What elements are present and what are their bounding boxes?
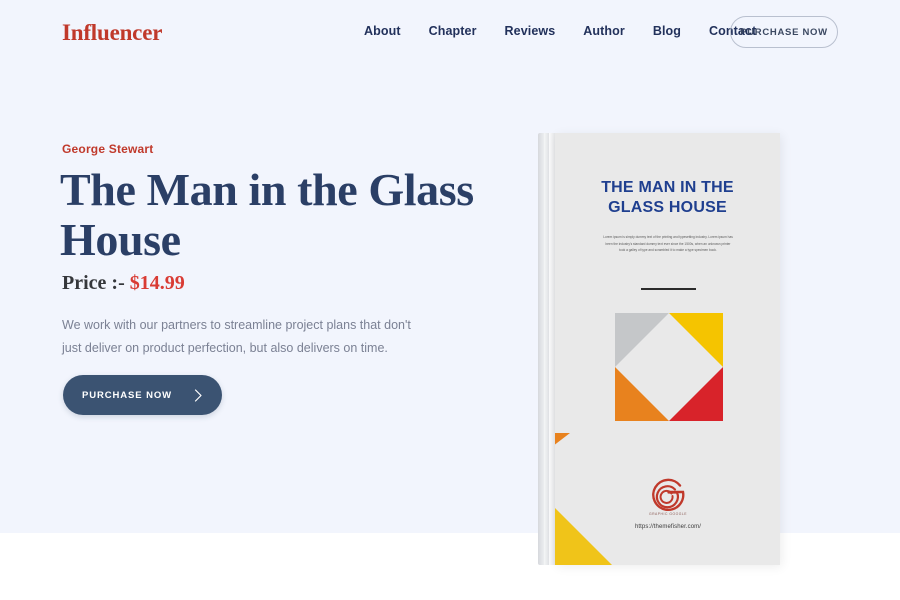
page-title: The Man in the Glass House [60, 164, 474, 265]
book-cover-logo-caption: GRAPHIC GOOGLE [648, 512, 688, 516]
nav-item-about[interactable]: About [364, 24, 401, 38]
chevron-right-icon [194, 388, 203, 402]
pinwheel-triangle-yellow [669, 313, 723, 367]
book-mockup: THE MAN IN THE GLASS HOUSE Lorem ipsum i… [538, 133, 780, 565]
pinwheel-triangle-red [669, 367, 723, 421]
nav-item-author[interactable]: Author [583, 24, 625, 38]
pinwheel-graphic [615, 313, 723, 421]
book-cover-url: https://themefisher.com/ [634, 524, 702, 530]
main-navigation: About Chapter Reviews Author Blog Contac… [364, 24, 756, 38]
site-logo[interactable]: Influencer [62, 20, 162, 46]
book-cover-body-text: Lorem ipsum is simply dummy text of the … [603, 235, 733, 253]
price-value: $14.99 [129, 272, 185, 294]
nav-item-reviews[interactable]: Reviews [505, 24, 556, 38]
header-purchase-now-label: PURCHASE NOW [740, 26, 828, 38]
graphic-google-logo-icon [647, 471, 689, 513]
hero-purchase-now-label: PURCHASE NOW [82, 389, 172, 401]
book-cover: THE MAN IN THE GLASS HOUSE Lorem ipsum i… [555, 133, 780, 565]
pinwheel-triangle-gray [615, 313, 669, 367]
landing-page: Influencer About Chapter Reviews Author … [0, 0, 900, 600]
site-header: Influencer About Chapter Reviews Author … [0, 0, 900, 66]
price-row: Price :- $14.99 [62, 272, 185, 295]
pinwheel-triangle-orange [615, 367, 669, 421]
nav-item-blog[interactable]: Blog [653, 24, 681, 38]
decoration-triangle-orange [555, 433, 570, 446]
header-purchase-now-button[interactable]: PURCHASE NOW [730, 16, 838, 48]
book-cover-title: THE MAN IN THE GLASS HOUSE [601, 179, 734, 217]
hero-description: We work with our partners to streamline … [62, 318, 411, 356]
book-author: George Stewart [62, 142, 154, 156]
price-label: Price :- [62, 272, 125, 294]
nav-item-chapter[interactable]: Chapter [429, 24, 477, 38]
hero-purchase-now-button[interactable]: PURCHASE NOW [63, 375, 222, 415]
book-cover-divider [641, 288, 696, 290]
